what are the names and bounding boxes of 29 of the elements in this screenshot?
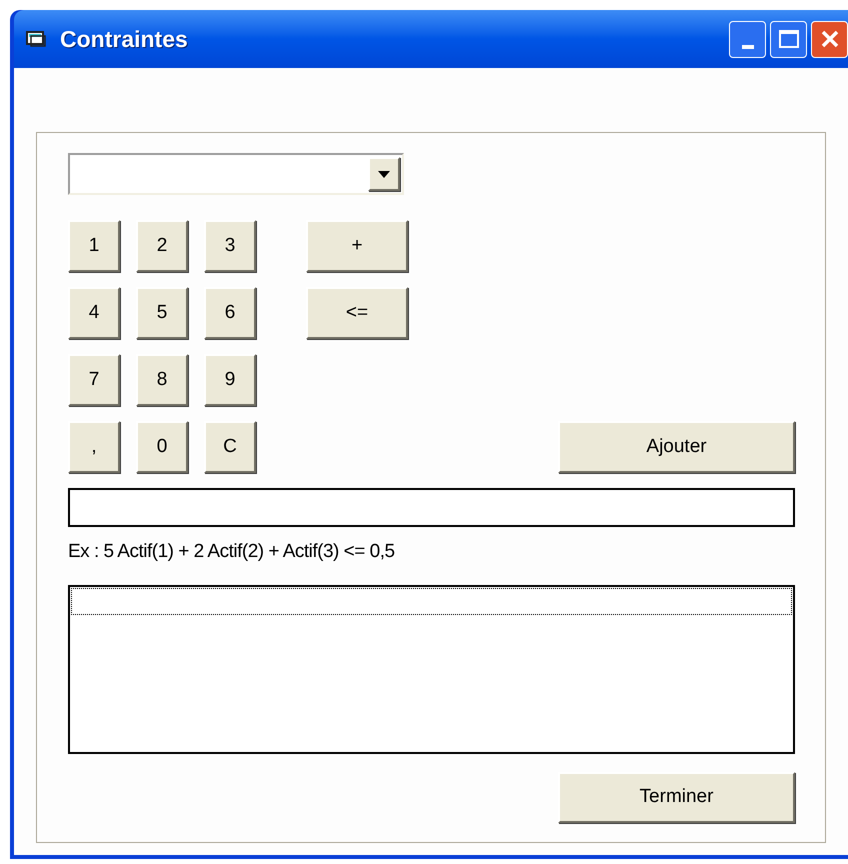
window-title: Contraintes — [60, 24, 188, 54]
finish-button[interactable]: Terminer — [558, 772, 795, 823]
key-button[interactable]: 2 — [136, 220, 188, 272]
key-button[interactable]: 3 — [204, 220, 256, 272]
operator-button[interactable]: + — [306, 220, 408, 272]
constraint-list[interactable] — [68, 585, 795, 754]
key-button[interactable]: C — [204, 421, 256, 473]
key-button[interactable]: , — [68, 421, 120, 473]
key-button[interactable]: 8 — [136, 354, 188, 406]
minimize-button[interactable] — [729, 20, 766, 58]
key-button[interactable]: 4 — [68, 287, 120, 339]
close-icon — [820, 29, 840, 49]
minimize-icon — [742, 44, 754, 48]
operator-button[interactable]: <= — [306, 287, 408, 339]
key-button[interactable]: 6 — [204, 287, 256, 339]
key-button[interactable]: 9 — [204, 354, 256, 406]
maximize-icon — [778, 30, 798, 48]
example-text: Ex : 5 Actif(1) + 2 Actif(2) + Actif(3) <= 0,5 — [68, 540, 396, 564]
window-icon — [26, 30, 48, 48]
expression-field[interactable] — [68, 488, 795, 527]
add-button[interactable]: Ajouter — [558, 421, 795, 473]
key-button[interactable]: 7 — [68, 354, 120, 406]
key-button[interactable]: 1 — [68, 220, 120, 272]
maximize-button[interactable] — [770, 20, 807, 58]
key-button[interactable]: 0 — [136, 421, 188, 473]
caret-icon — [378, 170, 390, 178]
dropdown-button[interactable] — [368, 157, 400, 191]
close-button[interactable] — [811, 20, 848, 58]
key-button[interactable]: 5 — [136, 287, 188, 339]
